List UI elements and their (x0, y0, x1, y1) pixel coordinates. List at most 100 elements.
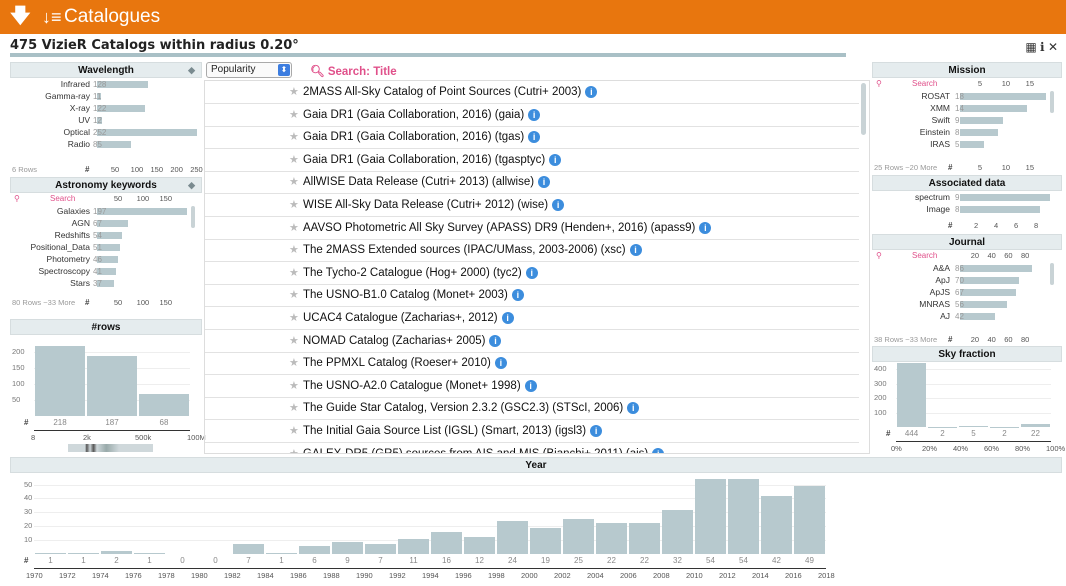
star-icon[interactable]: ★ (289, 126, 299, 148)
star-icon[interactable]: ★ (289, 81, 299, 103)
info-icon[interactable]: i (538, 176, 551, 189)
chart-bar[interactable] (139, 394, 189, 416)
catalog-title[interactable]: The Initial Gaia Source List (IGSL) (Sma… (303, 420, 603, 442)
catalog-title[interactable]: UCAC4 Catalogue (Zacharias+, 2012) i (303, 307, 514, 329)
list-item[interactable]: ★ The Tycho-2 Catalogue (Hog+ 2000) (tyc2… (205, 262, 859, 285)
info-icon[interactable]: i (525, 266, 538, 279)
info-icon[interactable]: i (629, 244, 642, 257)
info-icon[interactable]: i (652, 447, 665, 453)
facet-row[interactable]: X-ray 122 (10, 103, 202, 114)
info-icon[interactable]: i (590, 424, 603, 437)
facet-row[interactable]: Infrared 128 (10, 79, 202, 90)
list-item[interactable]: ★ The USNO-A2.0 Catalogue (Monet+ 1998) i (205, 375, 859, 398)
catalog-title[interactable]: NOMAD Catalog (Zacharias+ 2005) i (303, 330, 502, 352)
star-icon[interactable]: ★ (289, 307, 299, 329)
header-icons[interactable]: ▦ ℹ ✕ (1025, 40, 1058, 54)
chart-bar[interactable] (35, 552, 66, 554)
catalog-title[interactable]: The USNO-A2.0 Catalogue (Monet+ 1998) i (303, 375, 537, 397)
info-icon[interactable]: i (511, 289, 524, 302)
info-icon[interactable]: i (699, 221, 712, 234)
info-icon[interactable]: i (501, 311, 514, 324)
catalog-title[interactable]: The USNO-B1.0 Catalog (Monet+ 2003) i (303, 284, 524, 306)
info-icon[interactable]: i (549, 153, 562, 166)
info-icon[interactable]: i (524, 379, 537, 392)
facet-row[interactable]: UV 12 (10, 115, 202, 126)
facet-row[interactable]: ApJ 70 (872, 275, 1062, 286)
chart-bar[interactable] (299, 545, 330, 554)
facet-row[interactable]: IRAS 5 (872, 139, 1062, 150)
info-icon[interactable]: i (528, 131, 541, 144)
star-icon[interactable]: ★ (289, 239, 299, 261)
facet-row[interactable]: spectrum 9 (872, 192, 1062, 203)
facet-row[interactable]: XMM 14 (872, 103, 1062, 114)
catalog-title[interactable]: 2MASS All-Sky Catalog of Point Sources (… (303, 81, 598, 103)
chart-bar[interactable] (332, 541, 363, 554)
list-scrollbar[interactable] (861, 83, 866, 135)
chart-bar[interactable] (1021, 423, 1050, 427)
facet-row[interactable]: Stars 37 (10, 278, 202, 289)
range-slider[interactable] (34, 430, 190, 431)
list-item[interactable]: ★ GALEX-DR5 (GR5) sources from AIS and MI… (205, 443, 859, 453)
sort-select[interactable]: Popularity ⬍ (206, 62, 292, 78)
catalog-title[interactable]: The Guide Star Catalog, Version 2.3.2 (G… (303, 397, 640, 419)
facet-row[interactable]: Einstein 8 (872, 127, 1062, 138)
facet-scrollbar[interactable] (1050, 91, 1054, 113)
chart-bar[interactable] (134, 552, 165, 554)
chart-bar[interactable] (464, 537, 495, 554)
list-item[interactable]: ★ Gaia DR1 (Gaia Collaboration, 2016) (ga… (205, 104, 859, 127)
chart-bar[interactable] (695, 479, 726, 554)
facet-footer[interactable]: 38 Rows ~33 More (874, 335, 937, 344)
list-item[interactable]: ★ 2MASS All-Sky Catalog of Point Sources … (205, 81, 859, 104)
facet-search-label[interactable]: Search (50, 194, 75, 203)
chart-bar[interactable] (662, 509, 693, 554)
chart-bar[interactable] (68, 552, 99, 554)
star-icon[interactable]: ★ (289, 375, 299, 397)
facet-scrollbar[interactable] (1050, 263, 1054, 285)
facet-search-label[interactable]: Search (912, 251, 937, 260)
facet-row[interactable]: Radio 85 (10, 139, 202, 150)
chart-bar[interactable] (431, 531, 462, 554)
facet-footer[interactable]: 25 Rows ~20 More (874, 163, 937, 172)
facet-row[interactable]: A&A 86 (872, 263, 1062, 274)
tag-icon[interactable]: ◆ (188, 63, 195, 78)
catalog-title[interactable]: AAVSO Photometric All Sky Survey (APASS)… (303, 217, 712, 239)
facet-row[interactable]: Galaxies 197 (10, 206, 202, 217)
star-icon[interactable]: ★ (289, 194, 299, 216)
star-icon[interactable]: ★ (289, 330, 299, 352)
list-item[interactable]: ★ Gaia DR1 (Gaia Collaboration, 2016) (tg… (205, 126, 859, 150)
facet-row[interactable]: ApJS 67 (872, 287, 1062, 298)
facet-row[interactable]: Image 8 (872, 204, 1062, 215)
catalog-title[interactable]: Gaia DR1 (Gaia Collaboration, 2016) (tga… (303, 149, 562, 171)
catalog-title[interactable]: The Tycho-2 Catalogue (Hog+ 2000) (tyc2)… (303, 262, 538, 284)
facet-search-label[interactable]: Search (912, 79, 937, 88)
chart-bar[interactable] (87, 355, 137, 416)
range-slider[interactable] (896, 441, 1051, 442)
wavelength-header[interactable]: Wavelength ◆ (10, 62, 202, 78)
info-icon[interactable]: i (585, 85, 598, 98)
star-icon[interactable]: ★ (289, 397, 299, 419)
list-item[interactable]: ★ NOMAD Catalog (Zacharias+ 2005) i (205, 330, 859, 353)
star-icon[interactable]: ★ (289, 217, 299, 239)
catalog-title[interactable]: The 2MASS Extended sources (IPAC/UMass, … (303, 239, 642, 261)
star-icon[interactable]: ★ (289, 149, 299, 171)
facet-footer[interactable]: 6 Rows (12, 165, 37, 174)
range-slider[interactable] (34, 568, 826, 569)
list-item[interactable]: ★ The PPMXL Catalog (Roeser+ 2010) i (205, 352, 859, 376)
info-icon[interactable]: i (627, 402, 640, 415)
chart-bar[interactable] (365, 544, 396, 554)
chart-bar[interactable] (596, 523, 627, 554)
chart-bar[interactable] (897, 363, 926, 427)
catalog-title[interactable]: AllWISE Data Release (Cutri+ 2013) (allw… (303, 171, 551, 193)
chart-bar[interactable] (959, 426, 988, 427)
list-item[interactable]: ★ UCAC4 Catalogue (Zacharias+, 2012) i (205, 307, 859, 330)
star-icon[interactable]: ★ (289, 262, 299, 284)
chart-bar[interactable] (761, 495, 792, 554)
chart-bar[interactable] (629, 523, 660, 554)
facet-row[interactable]: Redshifts 54 (10, 230, 202, 241)
title-search[interactable]: 🔍︎ Search: Title (310, 64, 397, 78)
chart-bar[interactable] (530, 527, 561, 554)
chart-bar[interactable] (398, 538, 429, 554)
list-item[interactable]: ★ The USNO-B1.0 Catalog (Monet+ 2003) i (205, 284, 859, 308)
list-item[interactable]: ★ AllWISE Data Release (Cutri+ 2013) (all… (205, 171, 859, 195)
chart-bar[interactable] (233, 544, 264, 554)
